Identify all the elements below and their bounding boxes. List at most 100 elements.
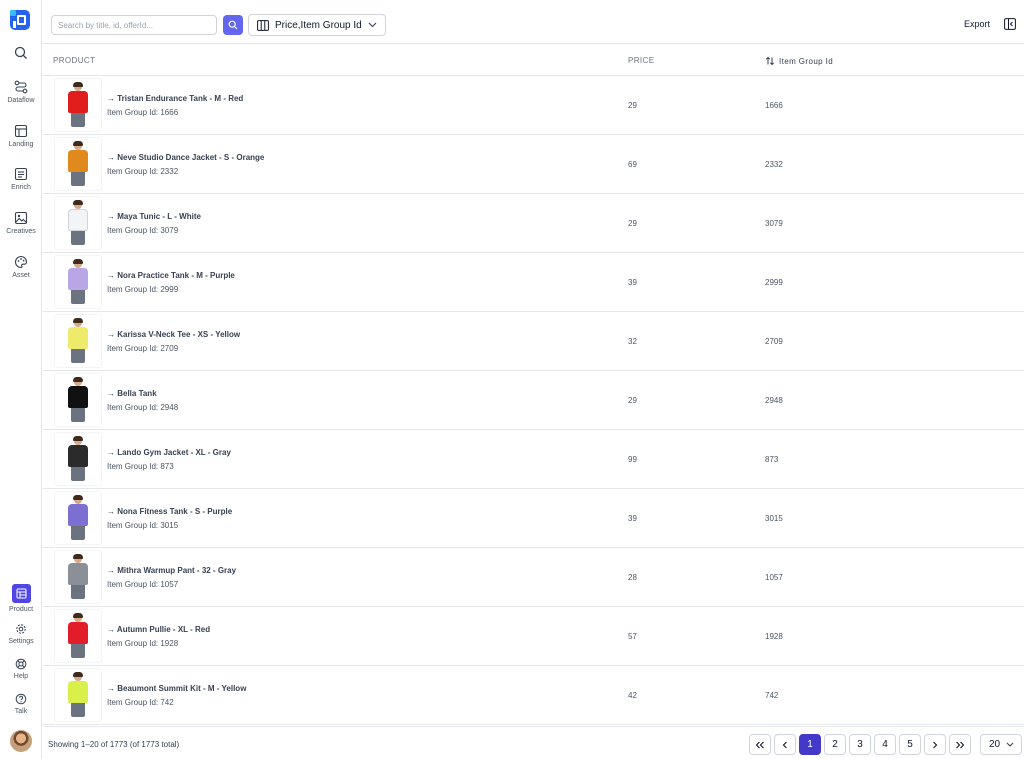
nav-product[interactable]: Product [0, 584, 42, 614]
price-cell: 99 [628, 455, 637, 464]
product-thumbnail[interactable] [55, 669, 101, 721]
garment [68, 150, 88, 172]
nav-search[interactable] [0, 46, 42, 60]
page-size-select[interactable]: 20 [980, 734, 1022, 755]
table-row[interactable]: → Lando Gym Jacket - XL - Gray Item Group… [43, 430, 1024, 489]
app-logo-icon[interactable] [9, 9, 31, 31]
model-legs [71, 349, 85, 363]
columns-dropdown[interactable]: Price,Item Group Id [248, 14, 386, 36]
product-thumbnail[interactable] [55, 138, 101, 190]
nav-enrich[interactable]: Enrich [0, 167, 42, 192]
product-title[interactable]: → Bella Tank [107, 389, 157, 398]
next-page-button[interactable] [924, 734, 946, 755]
product-title[interactable]: → Autumn Pullie - XL - Red [107, 625, 210, 634]
product-image [65, 613, 91, 658]
item-group-id-cell: 1057 [765, 573, 783, 582]
table-row[interactable]: → Autumn Pullie - XL - Red Item Group Id:… [43, 607, 1024, 666]
model-legs [71, 231, 85, 245]
product-thumbnail[interactable] [55, 492, 101, 544]
nav-asset[interactable]: Asset [0, 255, 42, 280]
product-thumbnail[interactable] [55, 433, 101, 485]
nav-help[interactable]: Help [0, 658, 42, 681]
page-button-2[interactable]: 2 [824, 734, 846, 755]
column-header-item-group-id[interactable]: Item Group Id [765, 56, 833, 66]
product-item-group-id: Item Group Id: 1928 [107, 639, 179, 648]
product-image [65, 259, 91, 304]
table-row[interactable]: → Karissa V-Neck Tee - XS - Yellow Item G… [43, 312, 1024, 371]
first-page-button[interactable] [749, 734, 771, 755]
product-title[interactable]: → Beaumont Summit Kit - M - Yellow [107, 684, 246, 693]
nav-talk[interactable]: Talk [0, 693, 42, 716]
product-title[interactable]: → Nona Fitness Tank - S - Purple [107, 507, 232, 516]
page-button-4[interactable]: 4 [874, 734, 896, 755]
product-title[interactable]: → Karissa V-Neck Tee - XS - Yellow [107, 330, 240, 339]
product-title[interactable]: → Lando Gym Jacket - XL - Gray [107, 448, 231, 457]
product-thumbnail[interactable] [55, 197, 101, 249]
document-text-icon [14, 167, 28, 181]
garment [68, 681, 88, 703]
price-cell: 42 [628, 691, 637, 700]
model-legs [71, 703, 85, 717]
model-legs [71, 290, 85, 304]
search-input[interactable] [51, 15, 217, 35]
product-image [65, 554, 91, 599]
nav-settings-label: Settings [8, 638, 34, 645]
product-title[interactable]: → Mithra Warmup Pant - 32 - Gray [107, 566, 236, 575]
lifebuoy-icon [15, 658, 27, 670]
palette-icon [15, 255, 28, 269]
nav-creatives[interactable]: Creatives [0, 211, 42, 236]
product-thumbnail[interactable] [55, 610, 101, 662]
product-title[interactable]: → Nora Practice Tank - M - Purple [107, 271, 235, 280]
product-thumbnail[interactable] [55, 79, 101, 131]
table-row[interactable]: → Mithra Warmup Pant - 32 - Gray Item Gro… [43, 548, 1024, 607]
page-button-3[interactable]: 3 [849, 734, 871, 755]
garment [68, 209, 88, 231]
user-avatar[interactable] [10, 730, 32, 752]
sidebar: Dataflow Landing Enrich Creatives Asset … [0, 0, 42, 759]
toolbar: Price,Item Group Id Export [43, 6, 1024, 44]
column-header-price[interactable]: PRICE [628, 56, 654, 65]
product-thumbnail[interactable] [55, 315, 101, 367]
search-button[interactable] [223, 15, 243, 35]
product-thumbnail[interactable] [55, 256, 101, 308]
model-legs [71, 585, 85, 599]
price-cell: 29 [628, 101, 637, 110]
layout-icon [14, 124, 28, 138]
product-image [65, 495, 91, 540]
chevron-down-icon [1006, 742, 1014, 747]
last-page-button[interactable] [949, 734, 971, 755]
prev-page-button[interactable] [774, 734, 796, 755]
model-legs [71, 467, 85, 481]
nav-talk-label: Talk [14, 708, 28, 715]
table-row[interactable]: → Tristan Endurance Tank - M - Red Item G… [43, 76, 1024, 135]
nav-landing[interactable]: Landing [0, 124, 42, 149]
product-item-group-id: Item Group Id: 2948 [107, 403, 179, 412]
product-thumbnail[interactable] [55, 551, 101, 603]
table-row[interactable]: → Nona Fitness Tank - S - Purple Item Gro… [43, 489, 1024, 548]
table-row[interactable]: → Neve Studio Dance Jacket - S - Orange I… [43, 135, 1024, 194]
product-item-group-id: Item Group Id: 2332 [107, 167, 179, 176]
price-cell: 69 [628, 160, 637, 169]
item-group-id-cell: 3015 [765, 514, 783, 523]
chevron-right-icon [933, 741, 938, 748]
table-row[interactable]: → Maya Tunic - L - White Item Group Id: 3… [43, 194, 1024, 253]
nav-dataflow[interactable]: Dataflow [0, 80, 42, 105]
column-header-product[interactable]: PRODUCT [53, 56, 95, 65]
model-hair [73, 436, 83, 441]
table-row[interactable]: → Nora Practice Tank - M - Purple Item Gr… [43, 253, 1024, 312]
table-row[interactable]: → Bella Tank Item Group Id: 2948 29 2948 [43, 371, 1024, 430]
page-button-1[interactable]: 1 [799, 734, 821, 755]
product-title[interactable]: → Maya Tunic - L - White [107, 212, 201, 221]
product-image [65, 141, 91, 186]
export-button[interactable]: Export [964, 19, 990, 29]
model-legs [71, 644, 85, 658]
gear-icon [16, 624, 26, 634]
panel-toggle-icon[interactable] [1004, 18, 1016, 30]
garment [68, 622, 88, 644]
product-title[interactable]: → Neve Studio Dance Jacket - S - Orange [107, 153, 264, 162]
product-thumbnail[interactable] [55, 374, 101, 426]
page-button-5[interactable]: 5 [899, 734, 921, 755]
nav-settings[interactable]: Settings [0, 623, 42, 646]
table-row[interactable]: → Beaumont Summit Kit - M - Yellow Item G… [43, 666, 1024, 725]
product-title[interactable]: → Tristan Endurance Tank - M - Red [107, 94, 243, 103]
